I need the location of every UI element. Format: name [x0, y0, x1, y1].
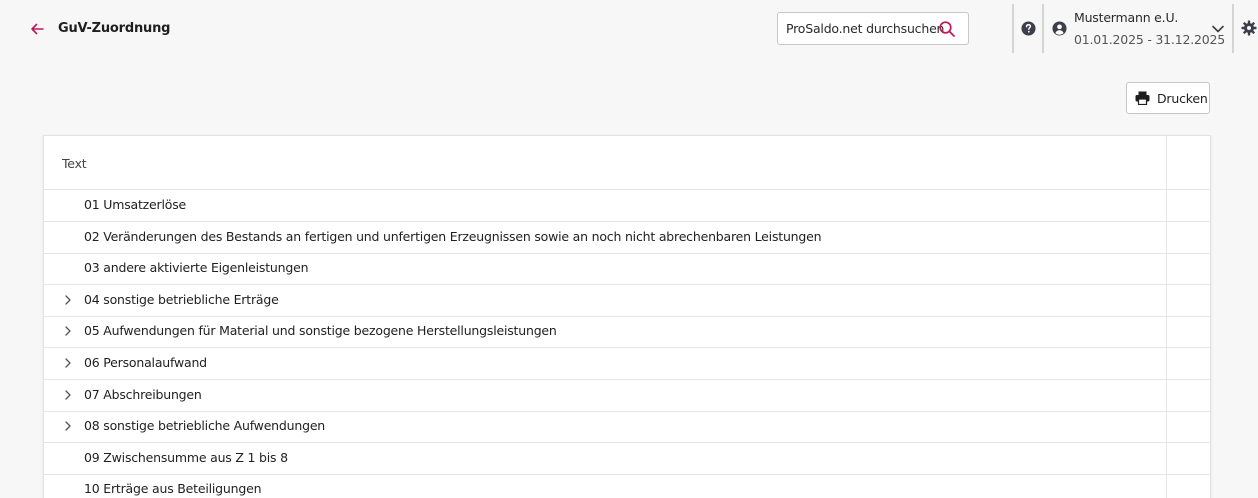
row-label: 05 Aufwendungen für Material und sonstig…: [84, 323, 557, 339]
back-button[interactable]: [28, 20, 46, 38]
separator: [1042, 4, 1044, 53]
separator: [1232, 4, 1234, 53]
search-icon[interactable]: [938, 20, 956, 38]
top-bar: GuV-Zuordnung ProSaldo.net durchsuchen M…: [0, 0, 1258, 57]
row-label: 10 Erträge aus Beteiligungen: [84, 481, 262, 497]
table-row: 10 Erträge aus Beteiligungen: [44, 474, 1210, 498]
row-label: 02 Veränderungen des Bestands an fertige…: [84, 228, 822, 244]
row-label: 03 andere aktivierte Eigenleistungen: [84, 260, 309, 276]
row-label: 07 Abschreibungen: [84, 386, 202, 402]
table-row[interactable]: 06 Personalaufwand: [44, 348, 1210, 380]
chevron-right-icon[interactable]: [62, 356, 74, 370]
row-label: 06 Personalaufwand: [84, 355, 207, 370]
table-row[interactable]: 05 Aufwendungen für Material und sonstig…: [44, 316, 1210, 349]
chevron-right-icon[interactable]: [62, 419, 74, 433]
table-header: Text: [44, 136, 1210, 190]
print-button[interactable]: Drucken: [1126, 82, 1210, 114]
print-label: Drucken: [1157, 90, 1208, 106]
table-row[interactable]: 07 Abschreibungen: [44, 380, 1210, 412]
fiscal-period: 01.01.2025 - 31.12.2025: [1074, 32, 1225, 47]
printer-icon: [1135, 91, 1150, 105]
search-input[interactable]: ProSaldo.net durchsuchen: [777, 12, 969, 45]
table-row[interactable]: 04 sonstige betriebliche Erträge: [44, 285, 1210, 317]
column-header-text[interactable]: Text: [62, 156, 87, 171]
chevron-down-icon[interactable]: [1211, 22, 1225, 36]
row-label: 04 sonstige betriebliche Erträge: [84, 291, 279, 307]
chevron-right-icon[interactable]: [62, 388, 74, 402]
table-row: 02 Veränderungen des Bestands an fertige…: [44, 222, 1210, 254]
table-row[interactable]: 08 sonstige betriebliche Aufwendungen: [44, 411, 1210, 444]
page-title: GuV-Zuordnung: [58, 21, 171, 36]
search-placeholder: ProSaldo.net durchsuchen: [786, 21, 945, 36]
separator: [1012, 4, 1014, 53]
row-label: 09 Zwischensumme aus Z 1 bis 8: [84, 449, 288, 465]
row-label: 01 Umsatzerlöse: [84, 197, 186, 212]
company-name[interactable]: Mustermann e.U.: [1074, 10, 1178, 25]
gear-icon[interactable]: [1241, 20, 1257, 36]
user-circle-icon: [1052, 21, 1067, 36]
row-label: 08 sonstige betriebliche Aufwendungen: [84, 418, 326, 434]
guv-table: Text 01 Umsatzerlöse 02 Veränderungen des…: [43, 135, 1211, 498]
table-row: 09 Zwischensumme aus Z 1 bis 8: [44, 443, 1210, 475]
table-row: 03 andere aktivierte Eigenleistungen: [44, 253, 1210, 286]
arrow-left-icon: [31, 23, 44, 35]
chevron-right-icon[interactable]: [62, 324, 74, 338]
table-row: 01 Umsatzerlöse: [44, 190, 1210, 222]
question-circle-icon[interactable]: [1021, 21, 1036, 36]
chevron-right-icon[interactable]: [62, 293, 74, 307]
